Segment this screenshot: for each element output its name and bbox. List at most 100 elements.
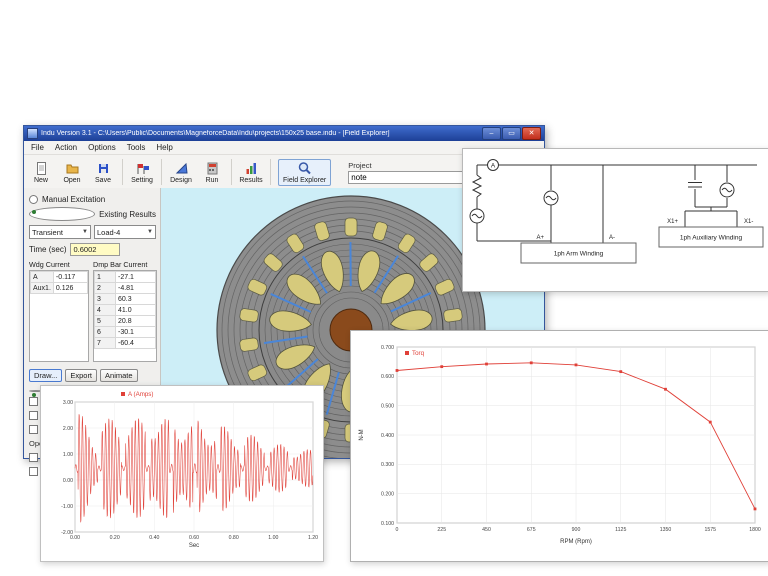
load-select[interactable]: Load-4 ▼ [94, 225, 156, 239]
wdg-current-table[interactable]: A -0.117 Aux1. 0.126 [29, 270, 89, 362]
save-floppy-icon [98, 163, 108, 173]
svg-text:0.200: 0.200 [381, 491, 394, 497]
cell: 7 [94, 337, 116, 349]
toolbar-separator [231, 159, 232, 185]
torque-chart-window[interactable]: 0 225 450 675 900 1125 1350 1575 1800 0.700 0.600 0… [350, 330, 768, 562]
cell: 5 [94, 315, 116, 327]
dmp-table-header: Dmp Bar Current [93, 260, 148, 269]
wdg-row[interactable]: Aux1. 0.126 [30, 282, 88, 294]
maximize-button[interactable]: ▭ [502, 127, 521, 140]
x-axis-label: RPM (Rpm) [560, 539, 592, 545]
svg-text:1.20: 1.20 [308, 535, 318, 541]
dmp-row[interactable]: 5 20.8 [94, 315, 156, 327]
legend-label: A (Amps) [128, 391, 153, 398]
cell: Aux1. [30, 282, 54, 294]
svg-text:1125: 1125 [615, 527, 626, 533]
terminal-a-plus: A+ [536, 235, 544, 241]
toolbar-results-button[interactable]: Results [239, 161, 263, 184]
terminal-x1-minus: X1- [744, 219, 753, 225]
radio-selected-icon[interactable] [29, 207, 96, 221]
svg-text:0.60: 0.60 [189, 535, 199, 541]
toolbar-field-explorer-button[interactable]: Field Explorer [278, 158, 332, 186]
svg-text:225: 225 [437, 527, 446, 533]
toolbar-new-button[interactable]: New [29, 161, 53, 184]
radio-icon[interactable] [29, 195, 38, 204]
cell: A [30, 271, 54, 283]
dmp-row[interactable]: 4 41.0 [94, 304, 156, 316]
wdg-row[interactable]: A -0.117 [30, 271, 88, 283]
cell: 41.0 [115, 304, 156, 316]
svg-text:0.80: 0.80 [229, 535, 239, 541]
plot-option-checkbox[interactable] [29, 411, 38, 420]
svg-text:1.00: 1.00 [63, 452, 73, 458]
svg-text:0.100: 0.100 [381, 521, 394, 527]
svg-text:0.700: 0.700 [381, 345, 394, 351]
dmp-row[interactable]: 2 -4.81 [94, 282, 156, 294]
toolbar-separator [270, 159, 271, 185]
svg-text:1.00: 1.00 [268, 535, 278, 541]
plot-option-checkbox[interactable] [29, 453, 38, 462]
toolbar-separator [161, 159, 162, 185]
svg-text:0.40: 0.40 [149, 535, 159, 541]
cell: -0.117 [52, 271, 88, 283]
circuit-diagram: A A+ A- X1+ X1- 1ph Arm Winding 1ph Auxi… [469, 159, 764, 264]
toolbar-setting-label: Setting [131, 176, 153, 184]
terminal-x1-plus: X1+ [667, 219, 678, 225]
time-value-field[interactable]: 0.6002 [70, 243, 121, 256]
svg-text:0.600: 0.600 [381, 374, 394, 380]
wdg-table-header: Wdg Current [29, 260, 70, 269]
menu-file[interactable]: File [31, 143, 44, 152]
toolbar-design-button[interactable]: Design [169, 161, 193, 184]
animate-button[interactable]: Animate [100, 369, 138, 382]
chevron-down-icon: ▼ [82, 229, 88, 235]
toolbar-save-button[interactable]: Save [91, 161, 115, 184]
menu-help[interactable]: Help [156, 143, 172, 152]
plot-option-checkbox[interactable] [29, 397, 38, 406]
minimize-button[interactable]: – [482, 127, 501, 140]
manual-excitation-option[interactable]: Manual Excitation [29, 195, 156, 204]
titlebar[interactable]: Indu Version 3.1 - C:\Users\Public\Docum… [24, 126, 544, 141]
toolbar-open-button[interactable]: Open [60, 161, 84, 184]
existing-results-option[interactable]: Existing Results [29, 207, 156, 221]
toolbar-new-label: New [33, 176, 48, 184]
load-select-value: Load-4 [97, 227, 121, 237]
close-button[interactable]: ✕ [522, 127, 541, 140]
dmp-row[interactable]: 7 -60.4 [94, 337, 156, 349]
dmp-row[interactable]: 3 60.3 [94, 293, 156, 305]
data-marker [708, 420, 712, 424]
legend-swatch [121, 392, 125, 396]
dmp-row[interactable]: 6 -30.1 [94, 326, 156, 338]
bar-chart-icon [246, 162, 256, 174]
stator-slot [443, 308, 463, 323]
draw-button[interactable]: Draw... [29, 369, 63, 382]
toolbar-design-label: Design [170, 176, 192, 184]
time-label: Time (sec) [29, 245, 67, 254]
toolbar-open-label: Open [63, 176, 81, 184]
toolbar-run-button[interactable]: Run [200, 161, 224, 184]
circuit-diagram-window[interactable]: A A+ A- X1+ X1- 1ph Arm Winding 1ph Auxi… [462, 148, 768, 292]
current-waveform-chart: 0.00 0.20 0.40 0.60 0.80 1.00 1.20 3.00 2.00 1.00… [61, 391, 318, 549]
toolbar-setting-button[interactable]: Setting [130, 161, 154, 184]
panel-buttons: Draw... Export Animate [29, 369, 156, 382]
toolbar-field-explorer-label: Field Explorer [283, 176, 327, 184]
export-button[interactable]: Export [65, 369, 98, 382]
stator-slot [239, 337, 259, 352]
current-waveform-window[interactable]: 0.00 0.20 0.40 0.60 0.80 1.00 1.20 3.00 2.00 1.00… [40, 385, 324, 562]
menu-options[interactable]: Options [88, 143, 116, 152]
plot-option-checkbox[interactable] [29, 425, 38, 434]
new-document-icon [36, 161, 46, 175]
mode-select[interactable]: Transient ▼ [29, 225, 91, 239]
cell: -27.1 [115, 271, 156, 283]
dmp-bar-column: Dmp Bar Current 1 -27.1 2 -4.81 3 60.3 4 41.0 5 2… [93, 260, 157, 362]
result-selectors: Transient ▼ Load-4 ▼ [29, 225, 156, 239]
svg-text:1800: 1800 [749, 527, 761, 533]
plot-option-checkbox[interactable] [29, 467, 38, 476]
dmp-bar-current-table[interactable]: 1 -27.1 2 -4.81 3 60.3 4 41.0 5 20.8 6 -30.1 7 -60.4 [93, 270, 157, 362]
menu-tools[interactable]: Tools [127, 143, 146, 152]
svg-text:2.00: 2.00 [63, 426, 73, 432]
dmp-row[interactable]: 1 -27.1 [94, 271, 156, 283]
cell: 2 [94, 282, 116, 294]
svg-text:0.400: 0.400 [381, 433, 394, 439]
current-tables: Wdg Current A -0.117 Aux1. 0.126 Dmp Bar Cu… [29, 260, 157, 362]
menu-action[interactable]: Action [55, 143, 77, 152]
